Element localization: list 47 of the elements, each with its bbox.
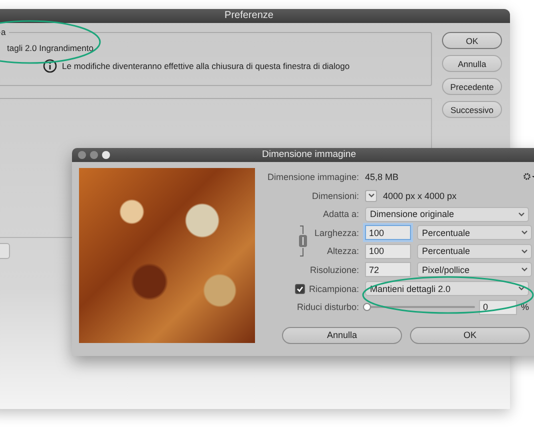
- field-label: Altezza:: [326, 246, 359, 256]
- info-icon: [43, 59, 57, 73]
- chevron-icon: [521, 230, 528, 236]
- slider-track[interactable]: [363, 306, 475, 308]
- dialog-button[interactable]: Precedente: [442, 78, 502, 95]
- settings-icon[interactable]: [523, 172, 534, 181]
- chevron-icon: [368, 193, 374, 198]
- chevron-icon: [521, 267, 528, 272]
- chevron-icon: [518, 286, 525, 292]
- checkbox[interactable]: [294, 284, 305, 294]
- input-field[interactable]: 72: [365, 262, 411, 278]
- select-field[interactable]: Dimensione originale: [365, 206, 529, 222]
- slider-thumb[interactable]: [363, 303, 371, 312]
- close-icon[interactable]: [78, 151, 86, 159]
- input-field[interactable]: 100: [365, 244, 411, 259]
- select-field[interactable]: Percentuale: [417, 225, 532, 240]
- field-value: 45,8 MB: [365, 172, 399, 182]
- field-label: Dimensione immagine:: [267, 172, 359, 182]
- field-label: Dimensioni:: [312, 190, 359, 201]
- chevron-icon: [521, 248, 528, 254]
- field-label: Ricampiona:: [308, 284, 359, 294]
- field-label: Riduci disturbo:: [296, 302, 359, 312]
- minimize-icon[interactable]: [90, 151, 98, 159]
- dropdown-toggle[interactable]: [365, 190, 377, 202]
- select-field[interactable]: Percentuale: [417, 244, 532, 259]
- dialog-button[interactable]: OK: [410, 326, 530, 344]
- option-label: tagli 2.0 Ingrandimento: [7, 43, 94, 53]
- chevron-icon: [518, 212, 525, 217]
- input-field[interactable]: 0: [479, 300, 517, 315]
- notice-text: Le modifiche diventeranno effettive alla chiusura di questa finestra di dialogo: [62, 61, 350, 71]
- window-title: Dimensione immagine: [262, 148, 356, 162]
- dialog-button[interactable]: OK: [442, 32, 502, 49]
- select-field[interactable]: Mantieni dettagli 2.0: [365, 281, 529, 296]
- field-label: Adatta a:: [322, 209, 359, 220]
- window-title: Preferenze: [224, 9, 274, 23]
- group-label: a: [1, 27, 9, 37]
- field-value: 4000 px x 4000 px: [383, 190, 457, 201]
- dialog-button[interactable]: Successivo: [442, 101, 502, 118]
- field-label: Risoluzione:: [310, 264, 359, 275]
- input-field[interactable]: 100: [365, 225, 411, 240]
- dialog-button[interactable]: Annulla: [282, 326, 402, 344]
- zoom-icon[interactable]: [102, 151, 110, 159]
- select-field[interactable]: Pixel/pollice: [417, 262, 532, 278]
- dialog-button[interactable]: Annulla: [442, 55, 502, 72]
- link-icon[interactable]: [298, 224, 308, 258]
- field-label: Larghezza:: [314, 228, 359, 238]
- unit-label: %: [521, 302, 530, 312]
